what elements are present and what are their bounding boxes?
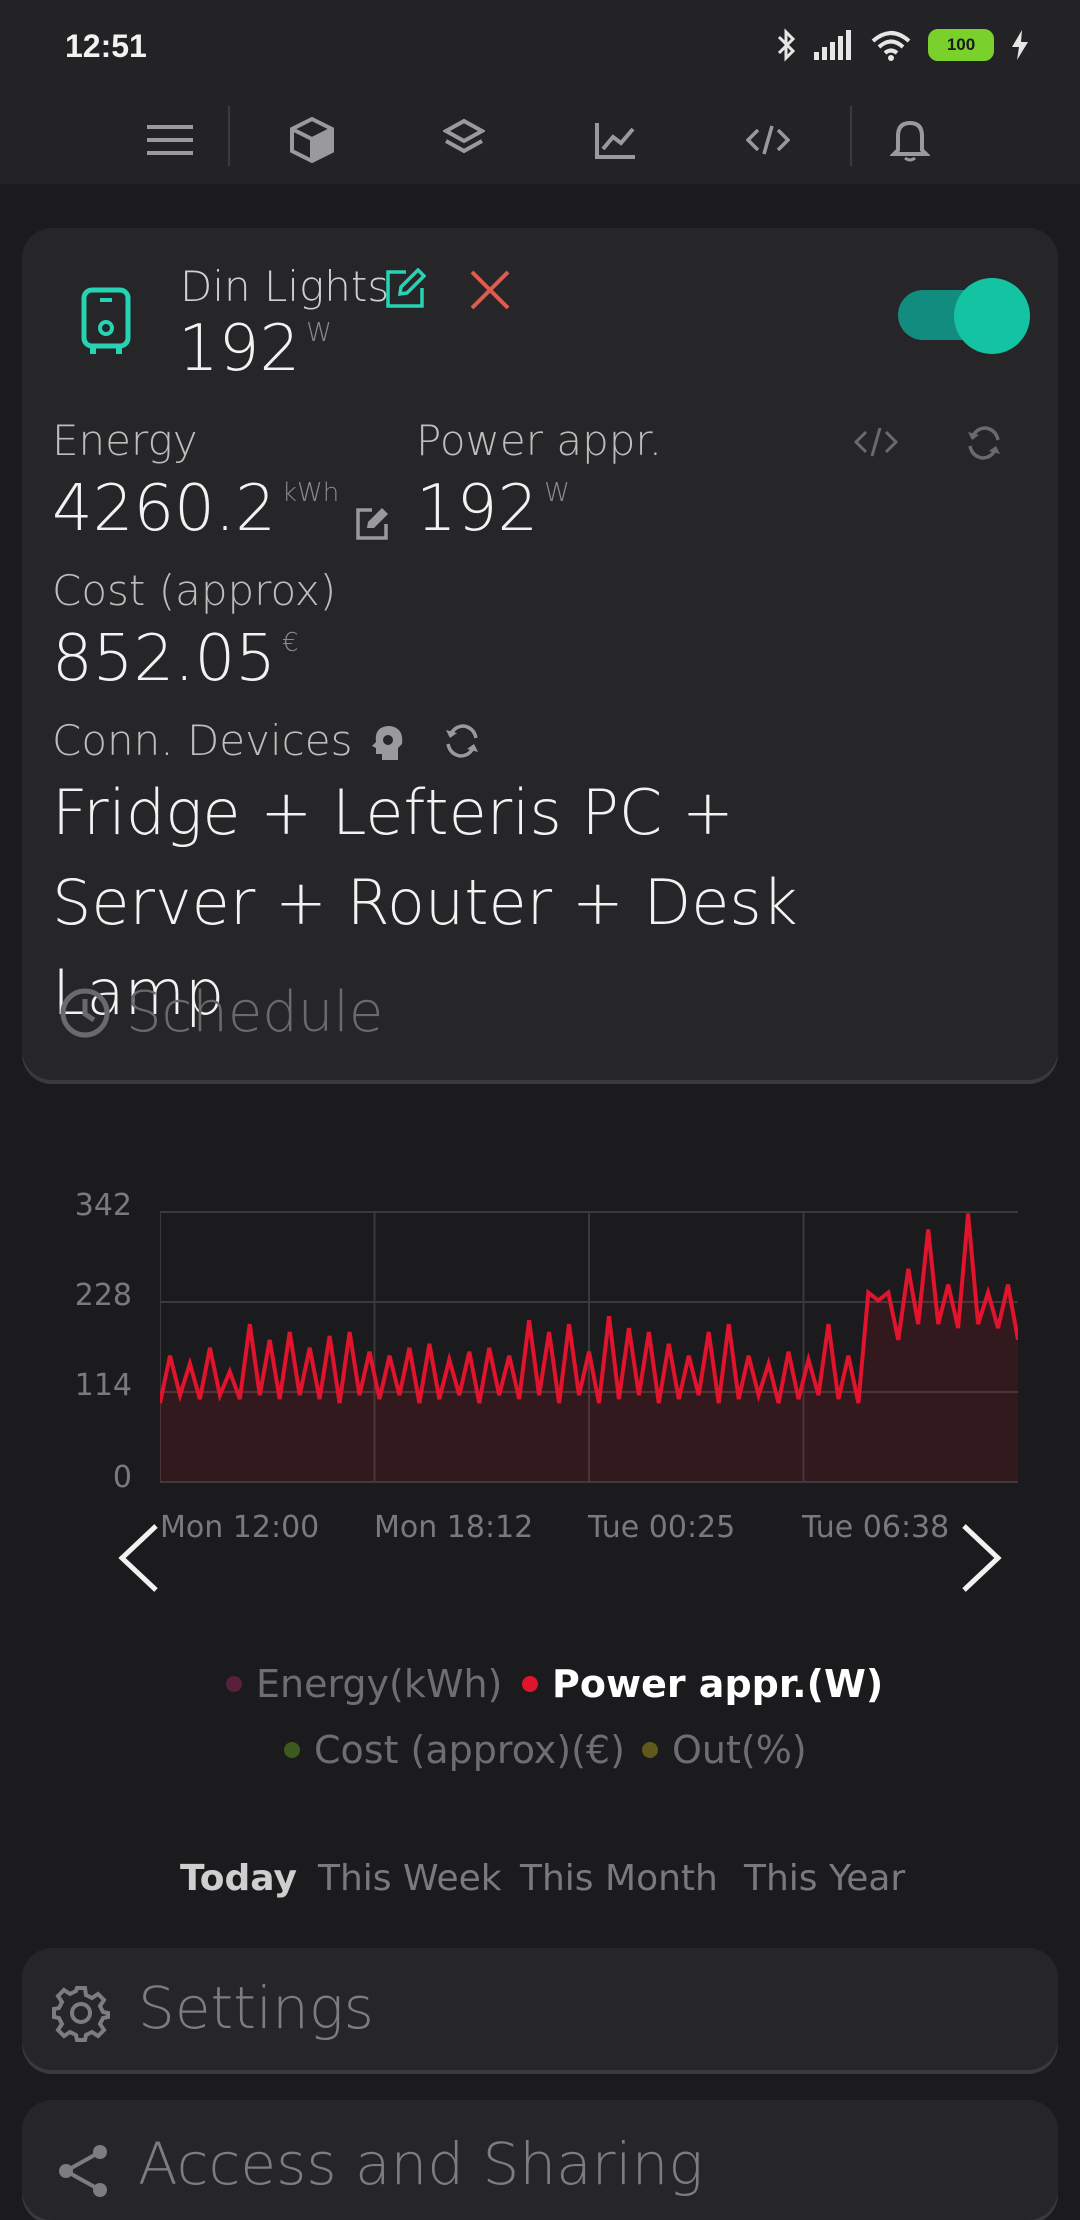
menu-icon[interactable] xyxy=(142,112,198,168)
y-tick: 114 xyxy=(74,1368,132,1403)
refresh-devices-icon[interactable] xyxy=(444,722,480,760)
power-unit: W xyxy=(544,478,570,508)
power-value-wrap: 192 W xyxy=(416,472,570,546)
schedule-button[interactable]: Schedule xyxy=(58,980,383,1045)
energy-value-wrap: 4260.2 kWh xyxy=(52,472,339,546)
energy-value: 4260.2 xyxy=(52,472,276,546)
y-tick: 0 xyxy=(112,1460,132,1495)
nav-divider xyxy=(228,106,230,166)
status-icons: 100 xyxy=(776,28,1030,62)
devices-label: Conn. Devices xyxy=(52,716,353,765)
x-tick: Mon 12:00 xyxy=(160,1510,320,1545)
chart-plot[interactable] xyxy=(160,1200,1018,1490)
battery-icon: 100 xyxy=(928,29,994,61)
legend-dot xyxy=(522,1676,538,1692)
power-toggle[interactable] xyxy=(898,278,1030,354)
device-power-value: 192 xyxy=(178,312,301,386)
device-card: Din Lights 192 W Energy 4260.2 kWh Power a… xyxy=(22,228,1058,1080)
schedule-label: Schedule xyxy=(126,980,384,1045)
chart-next-arrow[interactable] xyxy=(952,1520,1008,1596)
x-tick: Tue 00:25 xyxy=(588,1510,736,1545)
toggle-knob xyxy=(954,278,1030,354)
access-label: Access and Sharing xyxy=(138,2130,704,2198)
cost-unit: € xyxy=(281,628,299,658)
charging-icon xyxy=(1012,30,1028,60)
layers-icon[interactable] xyxy=(436,112,492,168)
device-power: 192 W xyxy=(178,312,332,386)
settings-label: Settings xyxy=(138,1974,374,2042)
x-tick: Tue 06:38 xyxy=(802,1510,950,1545)
edit-name-icon[interactable] xyxy=(384,268,426,310)
energy-unit: kWh xyxy=(281,478,340,508)
nav-divider xyxy=(850,106,852,166)
legend-item[interactable]: Out(%) xyxy=(642,1728,807,1772)
wifi-icon xyxy=(871,31,911,61)
power-label: Power appr. xyxy=(416,416,663,465)
clock-icon xyxy=(60,988,110,1037)
x-tick: Mon 18:12 xyxy=(374,1510,534,1545)
legend-dot xyxy=(284,1742,300,1758)
head-icon[interactable] xyxy=(368,722,408,764)
range-year[interactable]: This Year xyxy=(744,1858,905,1899)
device-name-text: Din Lights xyxy=(180,262,390,311)
legend-label: Cost (approx)(€) xyxy=(314,1728,625,1772)
cost-value: 852.05 xyxy=(52,622,276,696)
range-today[interactable]: Today xyxy=(180,1858,297,1899)
legend-dot xyxy=(226,1676,242,1692)
water-heater-icon xyxy=(81,287,131,354)
cost-value-wrap: 852.05 € xyxy=(52,622,298,696)
code-small-icon[interactable] xyxy=(854,426,898,458)
range-week[interactable]: This Week xyxy=(318,1858,502,1899)
legend-label: Power appr.(W) xyxy=(552,1662,884,1706)
legend-label: Out(%) xyxy=(672,1728,807,1772)
clock: 12:51 xyxy=(65,28,147,64)
cube-icon[interactable] xyxy=(284,112,340,168)
status-bar: 12:51 100 xyxy=(0,0,1080,96)
legend-dot xyxy=(642,1742,658,1758)
share-icon xyxy=(59,2145,107,2197)
device-power-unit: W xyxy=(306,318,332,348)
chart-prev-arrow[interactable] xyxy=(112,1520,168,1596)
y-tick: 228 xyxy=(74,1278,132,1313)
chart-icon[interactable] xyxy=(588,112,644,168)
access-card[interactable]: Access and Sharing xyxy=(22,2100,1058,2220)
signal-icon xyxy=(814,30,851,60)
settings-card[interactable]: Settings xyxy=(22,1948,1058,2070)
edit-energy-icon[interactable] xyxy=(354,506,390,542)
cost-label: Cost (approx) xyxy=(52,566,337,615)
legend-item[interactable]: Energy(kWh) xyxy=(226,1662,502,1706)
range-month[interactable]: This Month xyxy=(520,1858,718,1899)
legend-item[interactable]: Power appr.(W) xyxy=(522,1662,883,1706)
bluetooth-icon xyxy=(777,28,796,62)
close-icon[interactable] xyxy=(468,268,512,312)
y-tick: 342 xyxy=(74,1188,132,1223)
device-name: Din Lights xyxy=(180,262,389,311)
refresh-icon[interactable] xyxy=(966,424,1002,462)
legend-label: Energy(kWh) xyxy=(256,1662,503,1706)
legend-item[interactable]: Cost (approx)(€) xyxy=(284,1728,625,1772)
energy-label: Energy xyxy=(52,416,198,465)
code-icon[interactable] xyxy=(740,112,796,168)
power-value: 192 xyxy=(416,472,539,546)
settings-gear-icon xyxy=(52,1986,110,2042)
bell-icon[interactable] xyxy=(882,112,938,168)
